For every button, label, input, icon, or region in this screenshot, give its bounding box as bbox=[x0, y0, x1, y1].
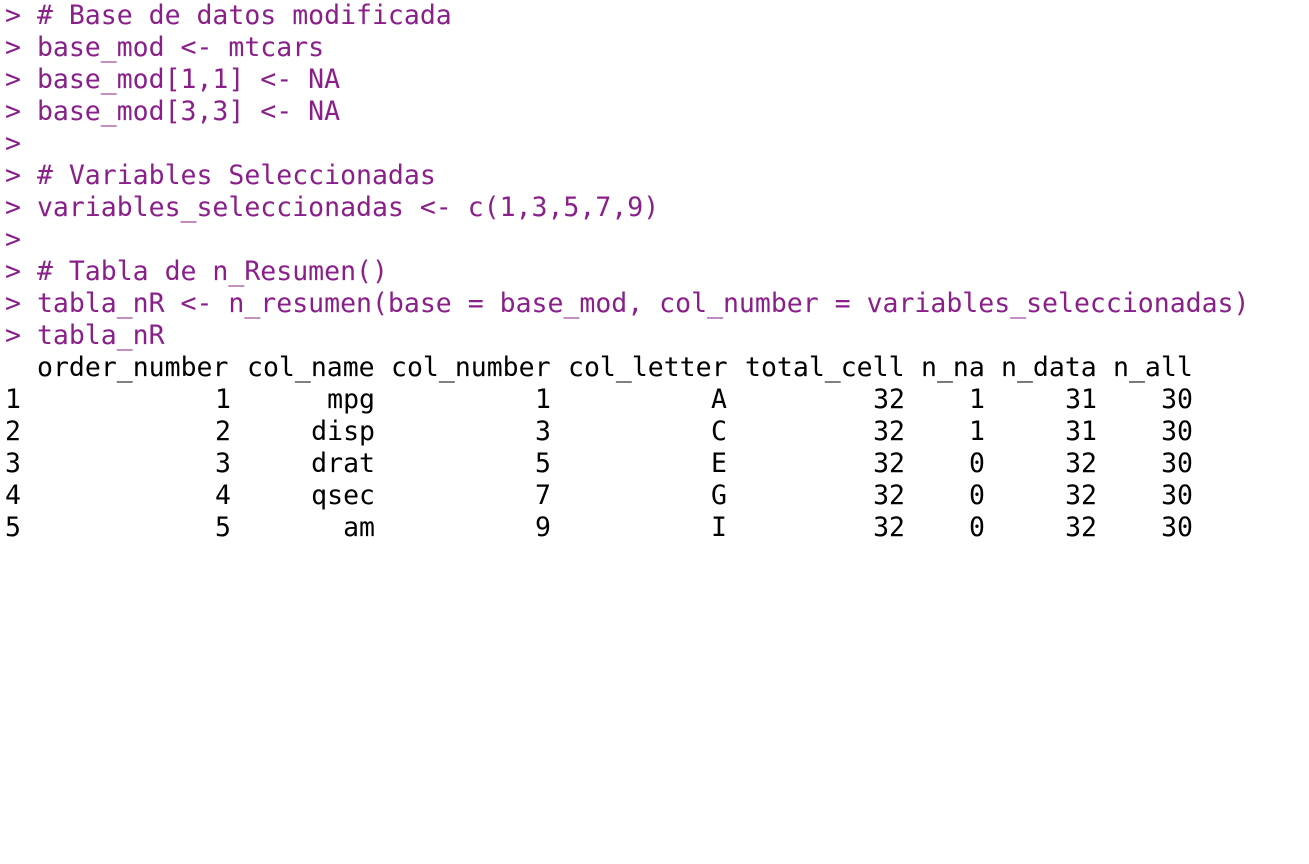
cell-col-name: drat bbox=[311, 448, 375, 479]
cell-col-name: qsec bbox=[311, 480, 375, 511]
cell-n-data: 31 bbox=[1065, 384, 1097, 415]
row-name: 2 bbox=[5, 416, 21, 447]
cell-n-data: 32 bbox=[1065, 448, 1097, 479]
row-name: 4 bbox=[5, 480, 21, 511]
cell-total-cell: 32 bbox=[873, 448, 905, 479]
cell-col-name: disp bbox=[311, 416, 375, 447]
cell-col-number: 1 bbox=[535, 384, 551, 415]
cell-order-number: 2 bbox=[215, 416, 231, 447]
console-prompt: > bbox=[5, 224, 21, 255]
cell-col-number: 7 bbox=[535, 480, 551, 511]
header-n-data: n_data bbox=[1001, 352, 1097, 383]
console-prompt: > bbox=[5, 32, 21, 63]
cell-n-na: 0 bbox=[969, 480, 985, 511]
console-command-text: # Base de datos modificada bbox=[36, 0, 452, 31]
table-row: 2 2 disp 3 C 32 1 31 30 bbox=[5, 416, 1305, 448]
cell-n-data: 32 bbox=[1065, 512, 1097, 543]
console-prompt: > bbox=[5, 192, 21, 223]
cell-n-all: 30 bbox=[1161, 384, 1193, 415]
console-input-line: > variables_seleccionadas <- c(1,3,5,7,9… bbox=[5, 192, 1305, 224]
header-col-name: col_name bbox=[247, 352, 375, 383]
cell-col-letter: I bbox=[711, 512, 727, 543]
header-col-number: col_number bbox=[391, 352, 551, 383]
cell-col-letter: G bbox=[711, 480, 727, 511]
console-input-line: > # Variables Seleccionadas bbox=[5, 160, 1305, 192]
console-prompt: > bbox=[5, 64, 21, 95]
cell-order-number: 3 bbox=[215, 448, 231, 479]
cell-col-number: 9 bbox=[535, 512, 551, 543]
console-input-line: > # Base de datos modificada bbox=[5, 0, 1305, 32]
row-name: 3 bbox=[5, 448, 21, 479]
cell-n-data: 31 bbox=[1065, 416, 1097, 447]
table-row: 5 5 am 9 I 32 0 32 30 bbox=[5, 512, 1305, 544]
console-command-text: tabla_nR <- n_resumen(base = base_mod, c… bbox=[36, 288, 1250, 319]
console-command-text: variables_seleccionadas <- c(1,3,5,7,9) bbox=[36, 192, 660, 223]
cell-total-cell: 32 bbox=[873, 480, 905, 511]
table-row: 1 1 mpg 1 A 32 1 31 30 bbox=[5, 384, 1305, 416]
console-prompt: > bbox=[5, 288, 21, 319]
output-table-header: order_number col_name col_number col_let… bbox=[5, 352, 1305, 384]
console-input-line: > base_mod[3,3] <- NA bbox=[5, 96, 1305, 128]
header-order-number: order_number bbox=[37, 352, 229, 383]
console-prompt: > bbox=[5, 160, 21, 191]
r-console[interactable]: > # Base de datos modificada > base_mod … bbox=[5, 0, 1305, 544]
row-name: 1 bbox=[5, 384, 21, 415]
cell-n-na: 1 bbox=[969, 384, 985, 415]
cell-total-cell: 32 bbox=[873, 416, 905, 447]
cell-n-all: 30 bbox=[1161, 448, 1193, 479]
table-row: 3 3 drat 5 E 32 0 32 30 bbox=[5, 448, 1305, 480]
cell-order-number: 4 bbox=[215, 480, 231, 511]
cell-col-letter: C bbox=[711, 416, 727, 447]
console-command-text: # Variables Seleccionadas bbox=[36, 160, 436, 191]
cell-n-all: 30 bbox=[1161, 512, 1193, 543]
console-command-text: base_mod[1,1] <- NA bbox=[36, 64, 341, 95]
cell-total-cell: 32 bbox=[873, 384, 905, 415]
cell-col-number: 3 bbox=[535, 416, 551, 447]
cell-col-letter: A bbox=[711, 384, 727, 415]
cell-col-name: mpg bbox=[327, 384, 375, 415]
header-total-cell: total_cell bbox=[745, 352, 905, 383]
row-name: 5 bbox=[5, 512, 21, 543]
header-col-letter: col_letter bbox=[568, 352, 728, 383]
cell-order-number: 1 bbox=[215, 384, 231, 415]
cell-n-all: 30 bbox=[1161, 480, 1193, 511]
cell-order-number: 5 bbox=[215, 512, 231, 543]
header-n-na: n_na bbox=[921, 352, 985, 383]
console-input-line: > base_mod[1,1] <- NA bbox=[5, 64, 1305, 96]
console-prompt: > bbox=[5, 320, 21, 351]
header-n-all: n_all bbox=[1113, 352, 1193, 383]
console-command-text: base_mod[3,3] <- NA bbox=[36, 96, 341, 127]
cell-n-na: 1 bbox=[969, 416, 985, 447]
console-input-line: > bbox=[5, 128, 1305, 160]
cell-n-na: 0 bbox=[969, 448, 985, 479]
cell-col-name: am bbox=[343, 512, 375, 543]
cell-col-letter: E bbox=[711, 448, 727, 479]
console-prompt: > bbox=[5, 0, 21, 31]
cell-col-number: 5 bbox=[535, 448, 551, 479]
console-input-line: > tabla_nR bbox=[5, 320, 1305, 352]
cell-n-all: 30 bbox=[1161, 416, 1193, 447]
console-input-line: > # Tabla de n_Resumen() bbox=[5, 256, 1305, 288]
console-command-text: # Tabla de n_Resumen() bbox=[36, 256, 388, 287]
console-input-line: > tabla_nR <- n_resumen(base = base_mod,… bbox=[5, 288, 1305, 320]
console-command-text: base_mod <- mtcars bbox=[36, 32, 325, 63]
cell-total-cell: 32 bbox=[873, 512, 905, 543]
console-input-line: > base_mod <- mtcars bbox=[5, 32, 1305, 64]
console-prompt: > bbox=[5, 256, 21, 287]
table-row: 4 4 qsec 7 G 32 0 32 30 bbox=[5, 480, 1305, 512]
console-prompt: > bbox=[5, 128, 21, 159]
console-input-line: > bbox=[5, 224, 1305, 256]
console-command-text: tabla_nR bbox=[36, 320, 165, 351]
console-prompt: > bbox=[5, 96, 21, 127]
cell-n-na: 0 bbox=[969, 512, 985, 543]
cell-n-data: 32 bbox=[1065, 480, 1097, 511]
